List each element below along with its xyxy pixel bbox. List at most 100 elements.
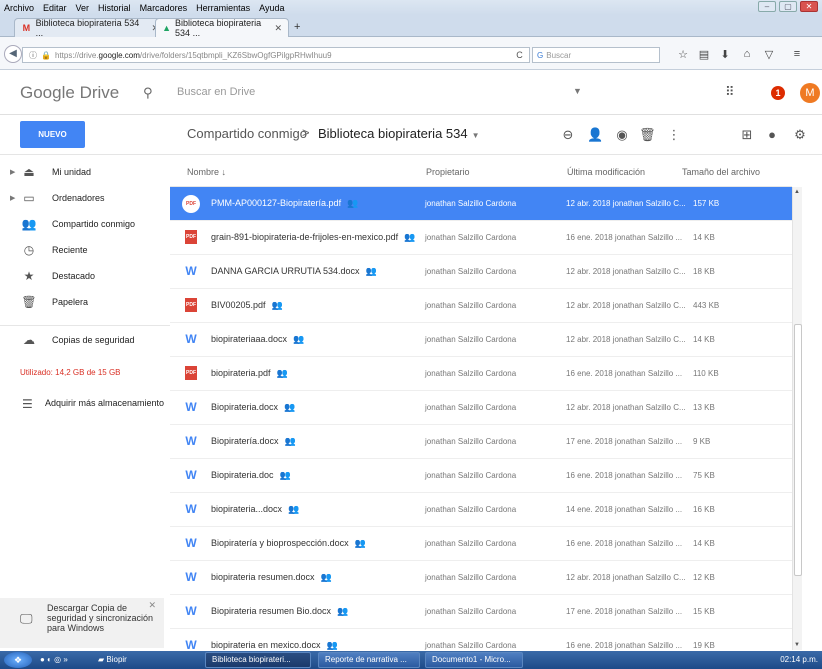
info-icon[interactable]: ● bbox=[764, 127, 780, 142]
sidebar-item-starred[interactable]: ★ Destacado bbox=[0, 263, 170, 289]
file-name[interactable]: Biopirateria.doc 👥 bbox=[211, 470, 291, 481]
close-window-icon[interactable]: ✕ bbox=[800, 1, 818, 12]
search-options-icon[interactable]: ▼ bbox=[573, 86, 582, 96]
my-drive-icon: ⏏ bbox=[23, 165, 35, 179]
start-button[interactable]: ❖ bbox=[4, 652, 32, 668]
minimize-icon[interactable]: – bbox=[758, 1, 776, 12]
bookmarks-icon[interactable]: ▤ bbox=[697, 48, 711, 61]
file-name[interactable]: Biopiratería y bioprospección.docx 👥 bbox=[211, 538, 366, 549]
logo-drive: Drive bbox=[79, 83, 120, 102]
grid-view-icon[interactable]: ⊞ bbox=[739, 127, 755, 143]
file-row[interactable]: W Biopirateria.docx 👥 jonathan Salzillo Car… bbox=[170, 391, 792, 425]
taskbar-button-firefox[interactable]: Biblioteca biopirateri... bbox=[205, 652, 311, 668]
drive-logo[interactable]: Google Drive bbox=[20, 83, 119, 103]
menu-editar[interactable]: Editar bbox=[43, 3, 67, 13]
buy-storage-link[interactable]: ☰ Adquirir más almacenamiento bbox=[20, 393, 170, 419]
file-row[interactable]: Wbiopirateria en mexico.docx 👥 jonathan Sa… bbox=[170, 629, 792, 650]
file-row[interactable]: W Biopiratería.docx 👥 jonathan Salzillo Car… bbox=[170, 425, 792, 459]
breadcrumb-parent[interactable]: Compartido conmigo bbox=[187, 126, 307, 141]
tab-drive[interactable]: ▲ Biblioteca biopirateria 534 ... ✕ bbox=[155, 18, 289, 38]
drive-search-input[interactable]: Buscar en Drive bbox=[177, 86, 255, 98]
backup-sync-promo[interactable]: 🖵 Descargar Copia de seguridad y sincron… bbox=[0, 598, 164, 648]
back-button[interactable]: ◀ bbox=[4, 45, 22, 63]
maximize-icon[interactable]: ▢ bbox=[779, 1, 797, 12]
close-tab-icon[interactable]: ✕ bbox=[274, 23, 282, 34]
trash-icon[interactable]: 🗑 bbox=[639, 127, 656, 143]
close-icon[interactable]: ✕ bbox=[148, 600, 156, 611]
menu-marcadores[interactable]: Marcadores bbox=[140, 3, 188, 13]
file-name[interactable]: BIV00205.pdf 👥 bbox=[211, 300, 283, 311]
reload-icon[interactable]: C bbox=[509, 47, 530, 63]
apps-grid-icon[interactable]: ⠿ bbox=[725, 84, 735, 100]
pocket-icon[interactable]: ▽ bbox=[762, 48, 776, 61]
settings-gear-icon[interactable]: ⚙ bbox=[792, 127, 808, 143]
file-name[interactable]: grain-891-biopirateria-de-frijoles-en-me… bbox=[211, 232, 415, 243]
quicklaunch-icons[interactable]: ● ◐ ◎ » bbox=[40, 655, 68, 664]
column-modified[interactable]: Última modificación bbox=[567, 167, 645, 177]
scrollbar[interactable]: ▲ ▼ bbox=[792, 187, 802, 650]
file-row[interactable]: W Biopiratería y bioprospección.docx 👥 jona… bbox=[170, 527, 792, 561]
menu-icon[interactable]: ≡ bbox=[790, 48, 804, 60]
file-row[interactable]: Wbiopirateria resumen.docx 👥 jonathan Salz… bbox=[170, 561, 792, 595]
sidebar-item-computers[interactable]: ▶ ▭ Ordenadores bbox=[0, 185, 170, 211]
file-row[interactable]: Wbiopirateriaaa.docx 👥 jonathan Salzillo C… bbox=[170, 323, 792, 357]
scroll-up-icon[interactable]: ▲ bbox=[794, 189, 800, 195]
notifications-badge[interactable]: 1 bbox=[771, 86, 785, 100]
breadcrumb-current[interactable]: Biblioteca biopirateria 534 ▼ bbox=[318, 126, 480, 141]
file-row[interactable]: W DANNA GARCIA URRUTIA 534.docx 👥 jonathan … bbox=[170, 255, 792, 289]
menu-ayuda[interactable]: Ayuda bbox=[259, 3, 284, 13]
menu-ver[interactable]: Ver bbox=[76, 3, 90, 13]
file-name[interactable]: Biopiratería.docx 👥 bbox=[211, 436, 296, 447]
file-name[interactable]: biopirateria resumen.docx 👥 bbox=[211, 572, 332, 583]
file-row[interactable]: PDF PMM-AP000127-Biopiratería.pdf 👥 jonatha… bbox=[170, 187, 792, 221]
preview-icon[interactable]: ◉ bbox=[614, 127, 630, 143]
avatar[interactable]: M bbox=[800, 83, 820, 103]
more-icon[interactable]: ⋮ bbox=[666, 127, 682, 143]
taskbar-button-word-2[interactable]: Documento1 - Micro... bbox=[425, 652, 523, 668]
new-tab-button[interactable]: + bbox=[294, 21, 300, 33]
sidebar-item-trash[interactable]: 🗑 Papelera bbox=[0, 289, 170, 315]
menu-historial[interactable]: Historial bbox=[98, 3, 131, 13]
file-name[interactable]: Biopirateria.docx 👥 bbox=[211, 402, 295, 413]
sidebar-item-recent[interactable]: ◷ Reciente bbox=[0, 237, 170, 263]
file-row[interactable]: W Biopirateria resumen Bio.docx 👥 jonathan … bbox=[170, 595, 792, 629]
browser-search-input[interactable]: G Buscar bbox=[532, 47, 660, 63]
scroll-down-icon[interactable]: ▼ bbox=[794, 642, 800, 648]
link-icon[interactable]: ⊖ bbox=[560, 127, 576, 143]
file-row[interactable]: PDF grain-891-biopirateria-de-frijoles-en… bbox=[170, 221, 792, 255]
home-icon[interactable]: ⌂ bbox=[740, 48, 754, 60]
expand-arrow-icon[interactable]: ▶ bbox=[10, 168, 15, 176]
column-name[interactable]: Nombre ↓ bbox=[187, 167, 226, 177]
file-name[interactable]: biopirateria en mexico.docx 👥 bbox=[211, 640, 338, 650]
url-bar[interactable]: ⓘ 🔒 https://drive. google.com/drive/folde… bbox=[22, 47, 530, 63]
share-icon[interactable]: 👤 bbox=[587, 127, 603, 143]
file-name[interactable]: biopirateria.pdf 👥 bbox=[211, 368, 288, 379]
file-name[interactable]: biopirateria...docx 👥 bbox=[211, 504, 299, 515]
sort-arrow-icon[interactable]: ↓ bbox=[222, 167, 227, 177]
tab-gmail[interactable]: M Biblioteca biopirateria 534 ... ✕ bbox=[14, 18, 166, 38]
download-icon[interactable]: ⬇ bbox=[718, 48, 732, 61]
column-owner[interactable]: Propietario bbox=[426, 167, 470, 177]
column-size[interactable]: Tamaño del archivo bbox=[682, 167, 760, 177]
file-name[interactable]: DANNA GARCIA URRUTIA 534.docx 👥 bbox=[211, 266, 377, 277]
file-name[interactable]: PMM-AP000127-Biopiratería.pdf 👥 bbox=[211, 198, 358, 209]
info-icon[interactable]: ⓘ bbox=[29, 50, 37, 61]
menu-archivo[interactable]: Archivo bbox=[4, 3, 34, 13]
new-button[interactable]: NUEVO bbox=[20, 121, 85, 148]
sidebar-item-my-drive[interactable]: ▶ ⏏ Mi unidad bbox=[0, 159, 170, 185]
file-row[interactable]: Wbiopirateria...docx 👥 jonathan Salzillo C… bbox=[170, 493, 792, 527]
file-name[interactable]: Biopirateria resumen Bio.docx 👥 bbox=[211, 606, 348, 617]
sidebar-item-shared[interactable]: 👥 Compartido conmigo bbox=[0, 211, 170, 237]
expand-arrow-icon[interactable]: ▶ bbox=[10, 194, 15, 202]
quicklaunch-folder[interactable]: ▰ Biopir bbox=[98, 655, 127, 664]
bookmark-star-icon[interactable]: ☆ bbox=[676, 48, 690, 61]
file-row[interactable]: PDF biopirateria.pdf 👥 jonathan Salzillo Ca… bbox=[170, 357, 792, 391]
taskbar-button-word-1[interactable]: Reporte de narrativa ... bbox=[318, 652, 420, 668]
file-row[interactable]: W Biopirateria.doc 👥 jonathan Salzillo Card… bbox=[170, 459, 792, 493]
scroll-thumb[interactable] bbox=[794, 324, 802, 576]
sidebar-item-backups[interactable]: ☁ Copias de seguridad bbox=[0, 327, 170, 353]
file-row[interactable]: PDF BIV00205.pdf 👥 jonathan Salzillo Cardon… bbox=[170, 289, 792, 323]
file-name[interactable]: biopirateriaaa.docx 👥 bbox=[211, 334, 304, 345]
search-icon[interactable]: ⚲ bbox=[143, 85, 153, 101]
menu-herramientas[interactable]: Herramientas bbox=[196, 3, 250, 13]
